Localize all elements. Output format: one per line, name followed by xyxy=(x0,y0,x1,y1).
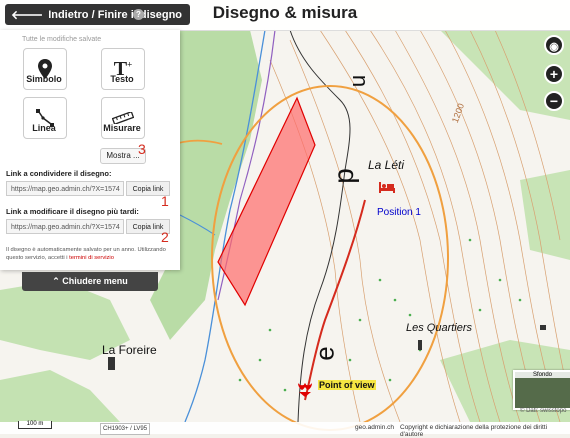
position-label: Position 1 xyxy=(377,207,421,218)
close-menu-button[interactable]: ⌃ Chiudere menu xyxy=(22,272,158,291)
domain-link[interactable]: geo.admin.ch xyxy=(355,424,394,431)
edit-link-field[interactable]: https://map.geo.admin.ch/?X=1574 xyxy=(6,219,124,234)
terms-of-service-link[interactable]: termini di servizio xyxy=(69,255,114,261)
copyright-link[interactable]: Copyright e dichiarazione della protezio… xyxy=(400,424,570,438)
point-of-view-label: Point of view xyxy=(318,380,376,390)
annotation-number-1: 1 xyxy=(161,193,169,209)
annotation-number-3: 3 xyxy=(138,141,146,157)
annotation-number-2: 2 xyxy=(161,229,169,245)
share-link-row: https://map.geo.admin.ch/?X=1574 Copia l… xyxy=(6,181,170,196)
symbol-tool-label: Simbolo xyxy=(26,74,62,84)
map-letter-p: p xyxy=(327,168,359,184)
scale-bar: 100 m xyxy=(18,421,52,429)
place-label-la-leti: La Léti xyxy=(368,158,405,172)
building xyxy=(108,357,115,370)
line-tool-label: Linea xyxy=(32,123,56,133)
background-label: Sfondo xyxy=(515,372,570,378)
chevron-up-icon: ⌃ xyxy=(52,276,60,286)
saved-status: Tutte le modifiche salvate xyxy=(22,36,102,43)
minus-icon: − xyxy=(549,93,559,109)
building xyxy=(540,325,546,330)
zoom-out-button[interactable]: − xyxy=(544,91,564,111)
building xyxy=(418,340,422,350)
data-attribution[interactable]: © Dati: swisstopo xyxy=(520,408,566,414)
plus-icon: + xyxy=(549,66,559,82)
drawing-panel: Tutte le modifiche salvate Simbolo T+ Te… xyxy=(0,30,180,270)
measure-tool-label: Misurare xyxy=(103,123,141,133)
map-letter-e: e xyxy=(309,346,340,361)
share-link-label: Link a condividere il disegno: xyxy=(6,169,112,178)
zoom-in-button[interactable]: + xyxy=(544,64,564,84)
back-finish-drawing-button[interactable]: 🡐 Indietro / Finire il disegno xyxy=(5,4,191,25)
crs-selector[interactable]: CH1903+ / LV95 xyxy=(100,423,151,435)
top-bar: 🡐 Indietro / Finire il disegno ? Disegno… xyxy=(0,0,570,31)
bed-icon[interactable] xyxy=(378,180,396,194)
edit-link-row: https://map.geo.admin.ch/?X=1574 Copia l… xyxy=(6,219,170,234)
share-link-field[interactable]: https://map.geo.admin.ch/?X=1574 xyxy=(6,181,124,196)
text-tool-label: Testo xyxy=(110,74,134,84)
close-menu-label: Chiudere menu xyxy=(62,276,128,286)
bottom-bar: CH1903+ / LV95 geo.admin.ch Copyright e … xyxy=(0,422,570,438)
background-selector[interactable]: Sfondo xyxy=(513,370,570,410)
place-label-les-quartiers: Les Quartiers xyxy=(406,322,473,334)
map-letter-u: u xyxy=(345,74,371,88)
edit-link-label: Link a modificare il disegno più tardi: xyxy=(6,207,139,216)
page-title: Disegno & misura xyxy=(212,3,358,22)
help-icon[interactable]: ? xyxy=(133,9,144,20)
autosave-note: Il disegno è automaticamente salvato per… xyxy=(6,246,174,262)
place-label-la-foreire: La Foreire xyxy=(102,343,157,357)
locate-icon: ◉ xyxy=(549,41,559,53)
arrow-left-icon: 🡐 xyxy=(11,8,44,22)
back-button-label: Indietro / Finire il disegno xyxy=(48,8,183,21)
point-of-view-icon[interactable] xyxy=(296,380,314,398)
locate-me-button[interactable]: ◉ xyxy=(544,35,564,55)
